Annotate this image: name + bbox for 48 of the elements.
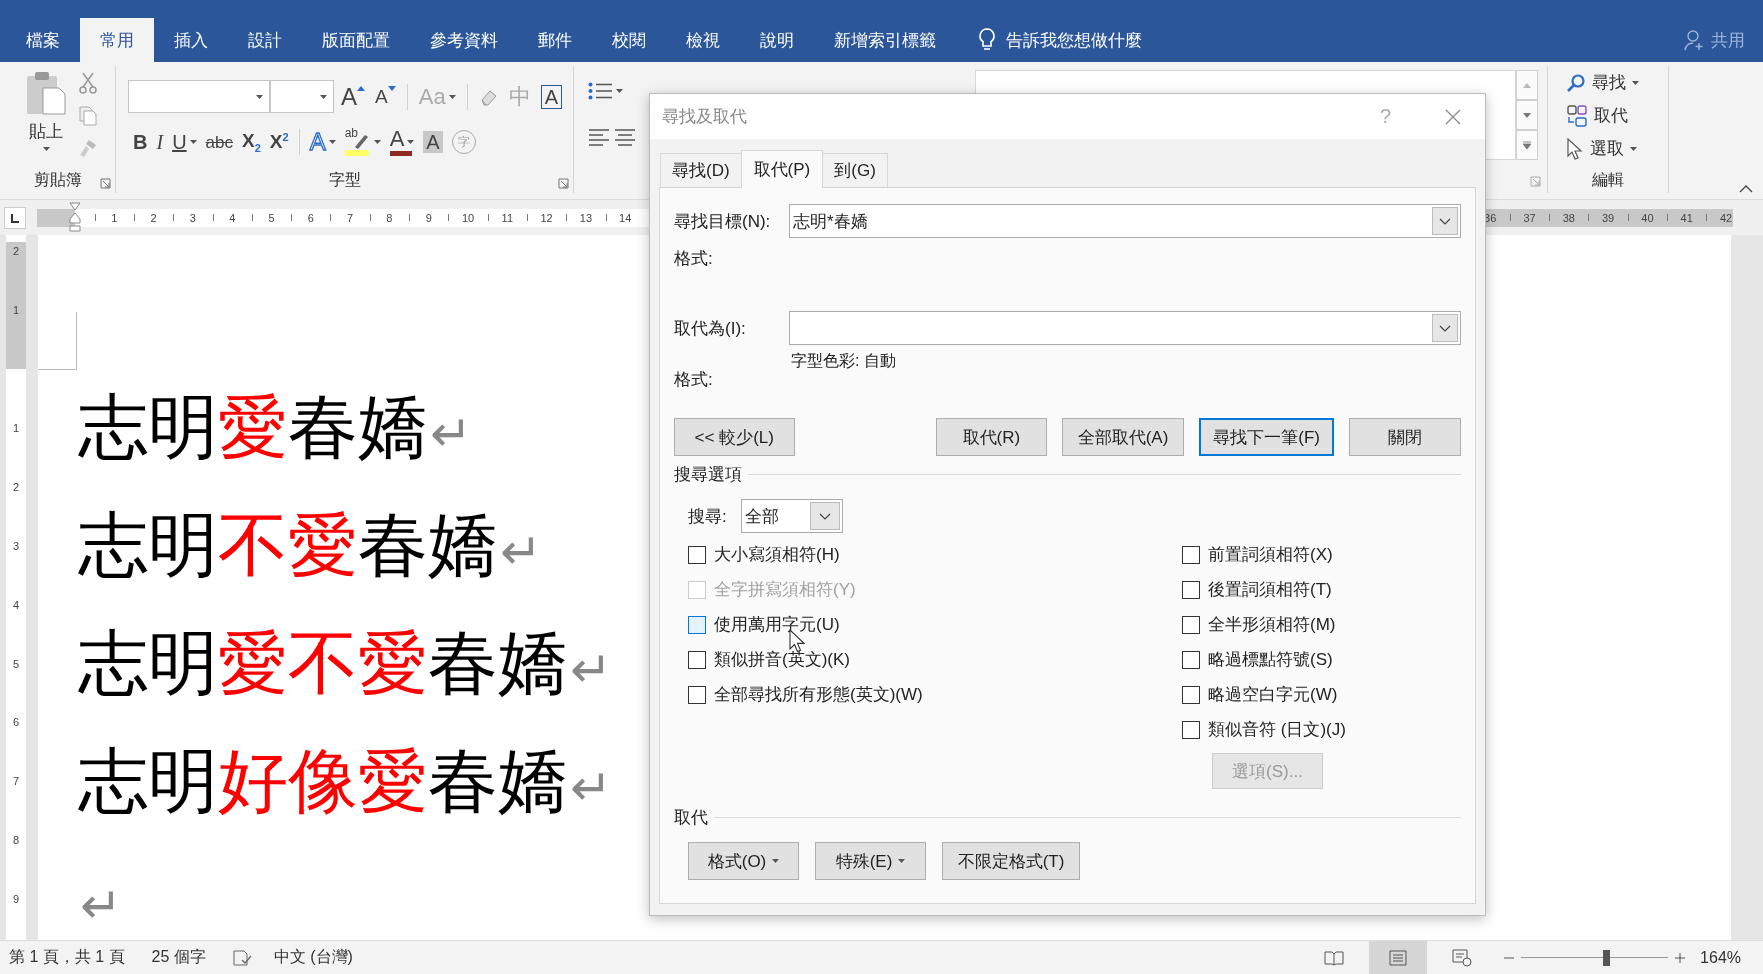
text-line: 志明愛不愛春嬌↵: [78, 623, 612, 703]
text-line: ↵: [79, 877, 122, 936]
ruler-number: 1: [11, 420, 21, 435]
ruler-number: 11: [501, 210, 513, 226]
ruler-number: 2: [11, 244, 21, 259]
group-label: 字型: [328, 169, 361, 190]
ruler-number: 40: [1641, 210, 1654, 226]
field-label: 尋找目標(N):: [674, 210, 772, 233]
ruler-number: 42: [1719, 210, 1733, 226]
ruler-number: 4: [11, 597, 21, 612]
ruler-number: 41: [1680, 210, 1693, 226]
ruler-number: 39: [1601, 210, 1615, 226]
format-label: 格式:: [674, 369, 714, 391]
ruler-number: 1: [11, 303, 21, 318]
ruler-number: 10: [461, 210, 475, 226]
ruler-number: 3: [189, 210, 196, 226]
section-heading: 搜尋選項: [674, 463, 742, 486]
ruler-number: 9: [11, 892, 21, 907]
ruler-number: 2: [11, 479, 21, 494]
field-label: 搜尋:: [688, 505, 728, 528]
ruler-number: 9: [425, 210, 432, 226]
ruler-number: 3: [11, 538, 21, 553]
text-line: 志明好像愛春嬌↵: [78, 741, 612, 821]
ruler-number: 13: [579, 210, 592, 226]
ruler-number: 8: [386, 210, 393, 226]
ruler-number: 5: [11, 656, 21, 671]
ruler-number: 5: [268, 210, 275, 226]
ruler-number: 4: [229, 210, 236, 226]
format-value: 字型色彩: 自動: [790, 351, 896, 371]
ruler-number: 6: [307, 210, 314, 226]
dialog-title: 尋找及取代: [662, 106, 747, 128]
group-label: 編輯: [1592, 169, 1624, 190]
group-label: 剪貼簿: [33, 169, 82, 190]
field-label: 取代為(I):: [674, 317, 747, 340]
ruler-number: 12: [540, 210, 553, 226]
ruler-number: 7: [347, 210, 354, 226]
ruler-number: 8: [11, 833, 21, 848]
section-heading: 取代: [674, 806, 708, 829]
ruler-number: 7: [11, 774, 21, 789]
ruler-number: 38: [1562, 210, 1575, 226]
text-line: 志明愛春嬌↵: [78, 387, 472, 467]
ruler-number: 1: [111, 210, 118, 226]
ruler-number: 6: [11, 715, 21, 730]
ruler-number: 37: [1523, 210, 1536, 226]
format-label: 格式:: [674, 247, 714, 270]
ruler-number: 2: [150, 210, 157, 226]
text-line: 志明不愛春嬌↵: [78, 505, 542, 585]
ruler-number: 14: [619, 210, 632, 226]
